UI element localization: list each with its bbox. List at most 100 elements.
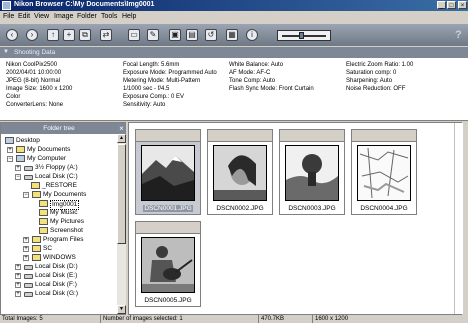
shooting-data-bar[interactable]: ▼ Shooting Data bbox=[0, 47, 468, 58]
forward-icon[interactable]: › bbox=[26, 29, 38, 41]
minimize-button[interactable]: _ bbox=[437, 1, 446, 9]
folder-icon bbox=[32, 236, 41, 243]
expand-icon[interactable]: + bbox=[15, 282, 21, 288]
maximize-button[interactable]: □ bbox=[447, 1, 456, 9]
thumbnail-card[interactable]: DSCN0005.JPG bbox=[135, 221, 201, 307]
exposure-mode: Exposure Mode: Programmed Auto bbox=[123, 70, 217, 76]
expand-icon[interactable]: + bbox=[15, 264, 21, 270]
thumbnail-image-map bbox=[357, 145, 411, 201]
folder-tree-close-button[interactable]: × bbox=[117, 123, 126, 134]
folder-tree-scrollbar[interactable]: ▲ ▼ bbox=[117, 134, 126, 314]
af-mode: AF Mode: AF-C bbox=[229, 70, 271, 76]
tree-item-label: Local Disk (E:) bbox=[35, 272, 78, 279]
thumbnail-grid-scrollbar[interactable] bbox=[454, 123, 463, 314]
delete-icon[interactable]: ▣ bbox=[169, 29, 181, 41]
thumbnail-view-icon[interactable]: ▦ bbox=[226, 29, 238, 41]
thumbnail-card[interactable]: DSCN0001.JPG bbox=[135, 129, 201, 215]
expand-icon[interactable]: + bbox=[7, 147, 13, 153]
menu-help[interactable]: Help bbox=[122, 13, 136, 20]
toolbar: ‹ › ↑ + ⧉ ⇄ ▭ ✎ ▣ ▤ ↺ ▦ i ? bbox=[0, 24, 468, 46]
sharpening: Sharpening: Auto bbox=[346, 78, 393, 84]
color-mode: Color bbox=[6, 94, 21, 100]
help-icon[interactable]: ? bbox=[455, 29, 462, 41]
menu-view[interactable]: View bbox=[34, 13, 49, 20]
thumbnail-filename: DSCN0001.JPG bbox=[143, 205, 193, 212]
hard-drive-icon bbox=[24, 283, 33, 288]
menu-file[interactable]: File bbox=[3, 13, 14, 20]
scroll-down-arrow-icon[interactable]: ▼ bbox=[117, 305, 126, 314]
thumbnail-card[interactable]: DSCN0004.JPG bbox=[351, 129, 417, 215]
folder-open-icon bbox=[39, 200, 48, 207]
thumbnail-image-landscape bbox=[285, 145, 339, 201]
menu-edit[interactable]: Edit bbox=[18, 13, 30, 20]
desktop-icon bbox=[5, 137, 14, 144]
tree-item-label: SC bbox=[43, 245, 53, 252]
scrollbar-thumb[interactable] bbox=[117, 144, 126, 244]
thumbnail-grid: DSCN0001.JPG DSCN0002.JPG DSCN0003.JPG D… bbox=[128, 122, 463, 315]
expand-icon[interactable]: + bbox=[23, 237, 29, 243]
status-total-images: Total Images: 5 bbox=[2, 316, 43, 322]
status-file-size: 470.7KB bbox=[258, 315, 312, 323]
status-dimensions: 1600 x 1200 bbox=[312, 315, 468, 323]
expand-icon[interactable]: + bbox=[15, 273, 21, 279]
thumbnail-header bbox=[208, 130, 272, 142]
zoom-slider[interactable] bbox=[277, 30, 331, 41]
back-icon[interactable]: ‹ bbox=[6, 29, 18, 41]
thumbnail-filename: DSCN0004.JPG bbox=[360, 205, 408, 212]
menu-tools[interactable]: Tools bbox=[101, 13, 117, 20]
menu-image[interactable]: Image bbox=[54, 13, 73, 20]
tree-item-label: My Music bbox=[50, 209, 78, 216]
info-icon[interactable]: i bbox=[246, 29, 258, 41]
collapse-icon[interactable]: − bbox=[7, 156, 13, 162]
copy-icon[interactable]: ⧉ bbox=[79, 29, 91, 41]
thumbnail-image-guitarist bbox=[141, 237, 195, 293]
floppy-drive-icon bbox=[24, 166, 33, 171]
tree-item-label: Local Disk (F:) bbox=[35, 281, 77, 288]
expand-icon[interactable]: + bbox=[15, 291, 21, 297]
hard-drive-icon bbox=[24, 292, 33, 297]
tree-item-label: _RESTORE bbox=[42, 182, 77, 189]
folder-icon bbox=[16, 146, 25, 153]
zoom-ratio: Electric Zoom Ratio: 1.00 bbox=[346, 62, 414, 68]
thumbnail-header bbox=[136, 222, 200, 234]
saturation-comp: Saturation comp: 0 bbox=[346, 70, 397, 76]
thumbnail-card[interactable]: DSCN0003.JPG bbox=[279, 129, 345, 215]
collapse-arrow-icon[interactable]: ▼ bbox=[3, 49, 9, 55]
folder-icon bbox=[39, 227, 48, 234]
expand-icon[interactable]: + bbox=[23, 246, 29, 252]
tree-item-label: Local Disk (C:) bbox=[35, 173, 78, 180]
expand-icon[interactable]: + bbox=[15, 165, 21, 171]
new-folder-icon[interactable]: + bbox=[63, 29, 75, 41]
title-bar: Nikon Browser C:\My Documents\Img0001 _ … bbox=[0, 0, 468, 11]
transfer-icon[interactable]: ⇄ bbox=[100, 29, 112, 41]
image-size: Image Size: 1600 x 1200 bbox=[6, 86, 73, 92]
thumbnail-card[interactable]: DSCN0002.JPG bbox=[207, 129, 273, 215]
tree-item-label: My Documents bbox=[43, 191, 87, 198]
folder-tree-header: Folder tree bbox=[1, 123, 117, 134]
close-button[interactable]: × bbox=[458, 1, 467, 9]
collapse-icon[interactable]: − bbox=[15, 174, 21, 180]
app-icon bbox=[2, 1, 11, 10]
shooting-data-panel: Nikon CoolPix2500 2002/04/01 10:00:00 JP… bbox=[0, 58, 468, 121]
status-selected-count: Number of images selected: 1 bbox=[100, 315, 258, 323]
tone-comp: Tone Comp: Auto bbox=[229, 78, 276, 84]
window-title: Nikon Browser C:\My Documents\Img0001 bbox=[14, 1, 155, 8]
zoom-slider-knob[interactable] bbox=[299, 32, 305, 39]
scroll-up-arrow-icon[interactable]: ▲ bbox=[117, 134, 126, 143]
folder-tree-panel: Folder tree × Desktop + My Documents − M… bbox=[0, 122, 126, 315]
folder-icon bbox=[39, 209, 48, 216]
thumbnail-image-portrait bbox=[213, 145, 267, 201]
file-quality: JPEG (8-bit) Normal bbox=[6, 78, 61, 84]
menu-folder[interactable]: Folder bbox=[77, 13, 97, 20]
hard-drive-icon bbox=[24, 265, 33, 270]
print-icon[interactable]: ▤ bbox=[186, 29, 198, 41]
open-folder-icon[interactable]: ▭ bbox=[128, 29, 140, 41]
rotate-icon[interactable]: ↺ bbox=[205, 29, 217, 41]
expand-icon[interactable]: + bbox=[23, 255, 29, 261]
tree-item-label: Local Disk (G:) bbox=[35, 290, 78, 297]
collapse-icon[interactable]: − bbox=[23, 192, 29, 198]
edit-icon[interactable]: ✎ bbox=[147, 29, 159, 41]
folder-icon bbox=[32, 245, 41, 252]
thumbnail-filename: DSCN0005.JPG bbox=[144, 297, 192, 304]
folder-up-icon[interactable]: ↑ bbox=[47, 29, 59, 41]
